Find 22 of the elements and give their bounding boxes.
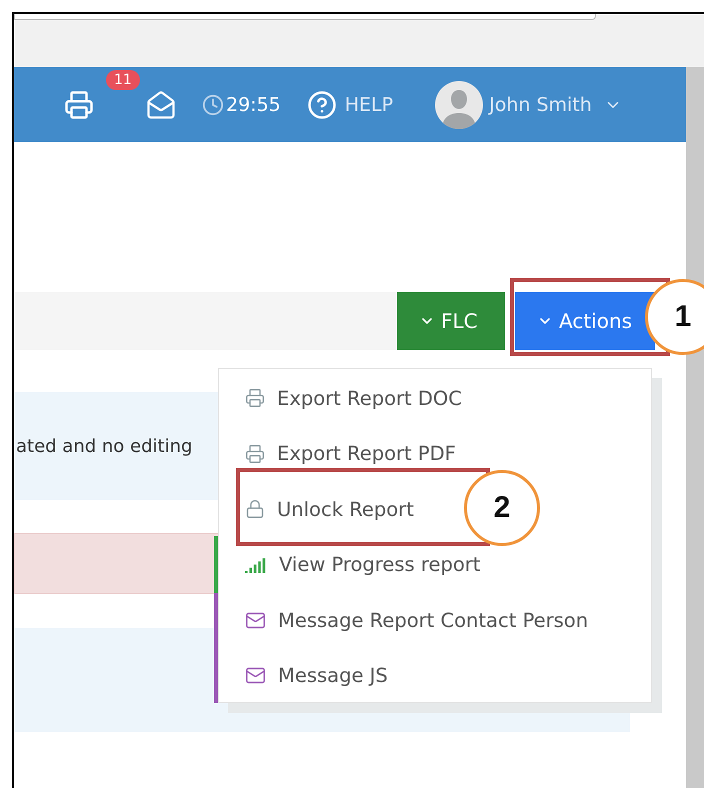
dropdown-button[interactable]: FLC — [397, 292, 505, 350]
notice-text: ated and no editing — [15, 436, 192, 456]
printer-icon[interactable] — [64, 90, 94, 120]
menu-item[interactable]: Export Report DOC — [245, 384, 462, 412]
printer-icon — [245, 388, 265, 408]
session-timer: 29:55 — [226, 94, 281, 116]
envelope-icon[interactable] — [146, 90, 176, 120]
step-marker: 1 — [645, 279, 704, 355]
address-bar[interactable] — [14, 14, 596, 20]
avatar-icon[interactable] — [435, 80, 484, 128]
help-icon — [306, 90, 337, 120]
dropdown-button[interactable]: Actions — [515, 292, 655, 350]
menu-item[interactable]: Unlock Report — [245, 495, 414, 524]
printer-icon — [245, 444, 265, 464]
lock-icon — [245, 499, 265, 520]
clock-icon — [202, 94, 224, 116]
signal-bars-icon — [245, 556, 267, 573]
menu-item[interactable]: Message JS — [245, 662, 388, 690]
menu-item[interactable]: Message Report Contact Person — [245, 606, 588, 634]
menu-item[interactable]: View Progress report — [245, 550, 480, 579]
notification-badge: 11 — [106, 70, 140, 90]
menu-item[interactable]: Export Report PDF — [245, 440, 456, 468]
